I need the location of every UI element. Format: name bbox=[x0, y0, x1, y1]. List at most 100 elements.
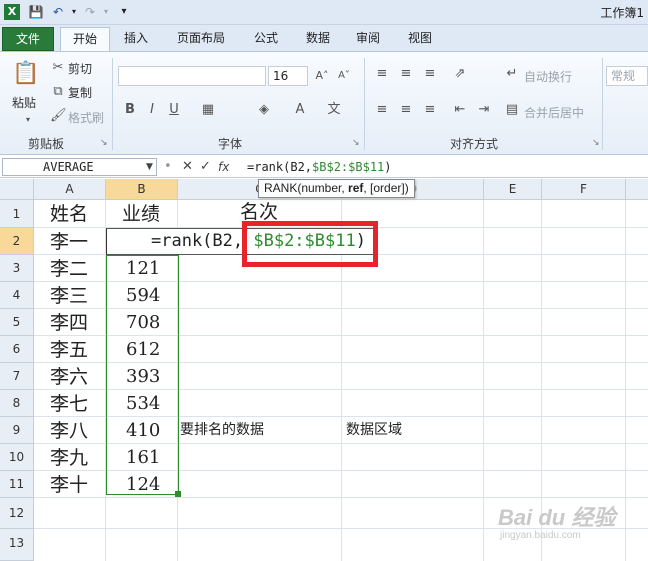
cell-c9[interactable]: 要排名的数据 bbox=[180, 417, 264, 443]
cell-a6[interactable]: 李五 bbox=[50, 337, 88, 363]
cell-a10[interactable]: 李九 bbox=[50, 445, 88, 471]
row-header-6[interactable]: 6 bbox=[0, 336, 34, 363]
redo-icon[interactable]: ↷ bbox=[82, 4, 98, 20]
cell-a5[interactable]: 李四 bbox=[50, 310, 88, 336]
decrease-indent-icon[interactable]: ⇤ bbox=[452, 102, 468, 118]
cancel-icon[interactable]: ✕ bbox=[182, 158, 193, 176]
font-size-combobox[interactable]: 16 bbox=[268, 66, 308, 86]
column-header-f[interactable]: F bbox=[542, 179, 626, 200]
cell-a3[interactable]: 李二 bbox=[50, 256, 88, 282]
underline-icon[interactable]: U bbox=[166, 102, 182, 118]
cell-a9[interactable]: 李八 bbox=[50, 418, 88, 444]
merge-center-button[interactable]: 合并后居中 bbox=[524, 104, 584, 121]
align-top-icon[interactable]: ≡ bbox=[374, 66, 390, 82]
row-header-4[interactable]: 4 bbox=[0, 282, 34, 309]
cell-b9[interactable]: 410 bbox=[126, 418, 160, 444]
cell-b10[interactable]: 161 bbox=[126, 445, 160, 471]
tab-formulas[interactable]: 公式 bbox=[246, 27, 286, 51]
column-header-g[interactable] bbox=[626, 179, 648, 200]
phonetic-icon[interactable]: 文 bbox=[326, 102, 342, 118]
cell-b1[interactable]: 业绩 bbox=[122, 201, 160, 227]
shrink-font-icon[interactable]: A˅ bbox=[336, 68, 352, 84]
tab-data[interactable]: 数据 bbox=[298, 27, 338, 51]
cell-b6[interactable]: 612 bbox=[126, 337, 160, 363]
cell-b3[interactable]: 121 bbox=[126, 256, 160, 282]
copy-button[interactable]: 复制 bbox=[68, 84, 92, 101]
insert-function-icon[interactable]: fx bbox=[218, 158, 229, 176]
copy-icon[interactable]: ⧉ bbox=[50, 84, 66, 100]
cut-button[interactable]: 剪切 bbox=[68, 60, 92, 77]
row-header-9[interactable]: 9 bbox=[0, 417, 34, 444]
tab-insert[interactable]: 插入 bbox=[116, 27, 156, 51]
paste-icon[interactable]: 📋 bbox=[12, 60, 39, 88]
paste-dropdown-icon[interactable]: ▾ bbox=[20, 112, 36, 128]
clipboard-launcher-icon[interactable]: ↘ bbox=[100, 138, 108, 148]
format-painter-icon[interactable]: 🖌 bbox=[50, 108, 67, 124]
fill-color-icon[interactable]: ◈ bbox=[256, 102, 272, 118]
cell-d9[interactable]: 数据区域 bbox=[346, 417, 402, 443]
row-header-3[interactable]: 3 bbox=[0, 255, 34, 282]
range-resize-handle[interactable] bbox=[175, 491, 181, 497]
italic-icon[interactable]: I bbox=[144, 102, 160, 118]
row-header-8[interactable]: 8 bbox=[0, 390, 34, 417]
align-middle-icon[interactable]: ≡ bbox=[398, 66, 414, 82]
wrap-text-button[interactable]: 自动换行 bbox=[524, 68, 572, 85]
font-launcher-icon[interactable]: ↘ bbox=[352, 138, 360, 148]
undo-dropdown-icon[interactable]: ▾ bbox=[66, 4, 82, 20]
row-header-2[interactable]: 2 bbox=[0, 228, 34, 255]
increase-indent-icon[interactable]: ⇥ bbox=[476, 102, 492, 118]
cell-a4[interactable]: 李三 bbox=[50, 283, 88, 309]
name-box-dropdown-icon[interactable]: ▼ bbox=[146, 158, 153, 176]
tab-review[interactable]: 审阅 bbox=[348, 27, 388, 51]
tab-home[interactable]: 开始 bbox=[60, 27, 110, 52]
name-box[interactable]: AVERAGE bbox=[2, 158, 157, 176]
column-header-a[interactable]: A bbox=[34, 179, 106, 200]
undo-icon[interactable]: ↶ bbox=[50, 4, 66, 20]
bold-icon[interactable]: B bbox=[122, 102, 138, 118]
cell-a7[interactable]: 李六 bbox=[50, 364, 88, 390]
row-header-1[interactable]: 1 bbox=[0, 200, 34, 228]
number-format-combobox[interactable]: 常规 bbox=[606, 66, 648, 86]
alignment-launcher-icon[interactable]: ↘ bbox=[592, 138, 600, 148]
merge-center-icon[interactable]: ▤ bbox=[504, 102, 520, 118]
cell-b8[interactable]: 534 bbox=[126, 391, 160, 417]
row-header-11[interactable]: 11 bbox=[0, 471, 34, 498]
tab-view[interactable]: 视图 bbox=[400, 27, 440, 51]
paste-button[interactable]: 粘贴 bbox=[12, 94, 36, 111]
formula-input[interactable]: =rank(B2,$B$2:$B$11) bbox=[247, 158, 392, 176]
font-color-icon[interactable]: A bbox=[292, 102, 308, 118]
cell-a8[interactable]: 李七 bbox=[50, 391, 88, 417]
cut-icon[interactable]: ✂ bbox=[50, 60, 66, 76]
font-name-combobox[interactable] bbox=[118, 66, 266, 86]
align-bottom-icon[interactable]: ≡ bbox=[422, 66, 438, 82]
align-left-icon[interactable]: ≡ bbox=[374, 102, 390, 118]
customize-qat-icon[interactable]: ▾ bbox=[116, 4, 132, 20]
format-painter-button[interactable]: 格式刷 bbox=[68, 109, 104, 126]
align-right-icon[interactable]: ≡ bbox=[422, 102, 438, 118]
cell-a2[interactable]: 李一 bbox=[50, 229, 88, 255]
grow-font-icon[interactable]: A˄ bbox=[314, 68, 330, 84]
select-all-corner[interactable] bbox=[0, 179, 34, 200]
row-header-10[interactable]: 10 bbox=[0, 444, 34, 471]
cell-a11[interactable]: 李十 bbox=[50, 472, 88, 498]
cell-b7[interactable]: 393 bbox=[126, 364, 160, 390]
redo-dropdown-icon[interactable]: ▾ bbox=[98, 4, 114, 20]
tab-page-layout[interactable]: 页面布局 bbox=[168, 27, 234, 51]
cell-b11[interactable]: 124 bbox=[126, 472, 160, 498]
save-icon[interactable]: 💾 bbox=[28, 4, 44, 20]
row-header-13[interactable]: 13 bbox=[0, 529, 34, 561]
border-icon[interactable]: ▦ bbox=[200, 102, 216, 118]
tab-file[interactable]: 文件 bbox=[2, 27, 54, 51]
row-header-5[interactable]: 5 bbox=[0, 309, 34, 336]
cell-b5[interactable]: 708 bbox=[126, 310, 160, 336]
column-header-e[interactable]: E bbox=[484, 179, 542, 200]
orientation-icon[interactable]: ⇗ bbox=[452, 66, 468, 82]
row-header-12[interactable]: 12 bbox=[0, 498, 34, 529]
enter-icon[interactable]: ✓ bbox=[200, 158, 211, 176]
cell-b4[interactable]: 594 bbox=[126, 283, 160, 309]
wrap-text-icon[interactable]: ↵ bbox=[504, 66, 520, 82]
align-center-icon[interactable]: ≡ bbox=[398, 102, 414, 118]
column-header-b[interactable]: B bbox=[106, 179, 178, 200]
cell-a1[interactable]: 姓名 bbox=[50, 201, 88, 227]
row-header-7[interactable]: 7 bbox=[0, 363, 34, 390]
